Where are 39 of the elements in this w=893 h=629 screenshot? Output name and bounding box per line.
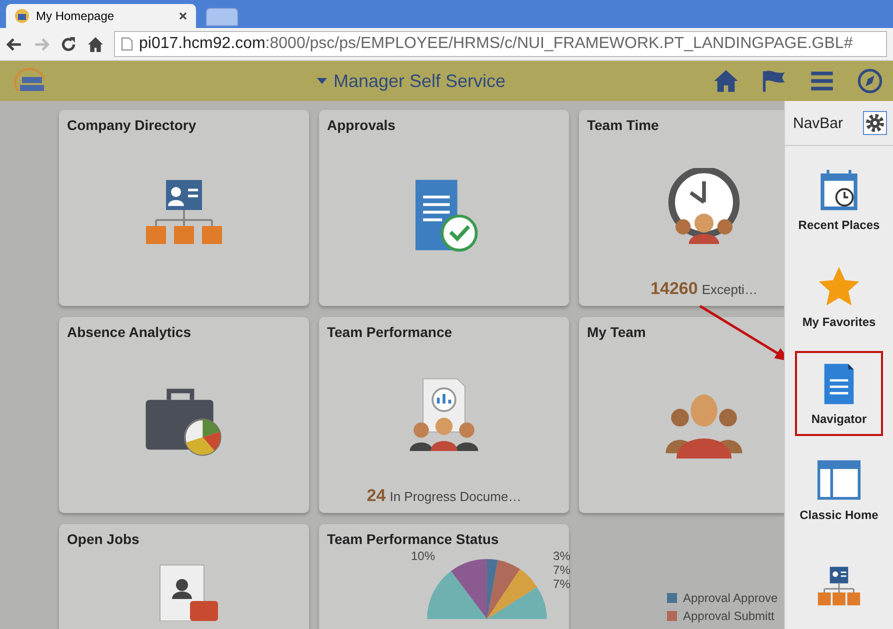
tile-title: My Team: [587, 324, 646, 340]
legend-label: Approval Submitt: [683, 609, 774, 623]
compass-icon[interactable]: [857, 68, 883, 94]
pie-label: 3%: [553, 549, 570, 563]
tile[interactable]: Approvals: [319, 110, 569, 306]
navbar-item[interactable]: Navigator: [795, 351, 883, 436]
tile[interactable]: Team Performance 24 In Progress Docume…: [319, 317, 569, 513]
home-icon[interactable]: [713, 68, 739, 94]
tile-title: Company Directory: [67, 117, 196, 133]
window-icon: [817, 458, 861, 502]
tile[interactable]: Absence Analytics: [59, 317, 309, 513]
home-icon[interactable]: [87, 36, 104, 52]
tile-title: Approvals: [327, 117, 396, 133]
reload-icon[interactable]: [60, 36, 77, 52]
tile-caption: In Progress Docume…: [390, 489, 522, 504]
tile-title: Team Performance: [327, 324, 452, 340]
settings-icon[interactable]: [863, 111, 887, 136]
tile-count: 14260: [650, 279, 698, 299]
close-icon[interactable]: [178, 11, 188, 21]
page-icon: [121, 37, 133, 51]
tile-title: Team Performance Status: [327, 531, 499, 547]
address-field[interactable]: pi017.hcm92.com:8000/psc/ps/EMPLOYEE/HRMS/c/NUI_FRAMEWORK.PT_LANDINGPAGE.GBL#: [114, 31, 887, 57]
tile-title: Open Jobs: [67, 531, 140, 547]
browser-tab[interactable]: My Homepage: [6, 4, 196, 28]
tile[interactable]: Open Jobs: [59, 524, 309, 629]
pie-label: 7%: [553, 577, 570, 591]
legend-label: Approval Approve: [683, 591, 778, 605]
logo-icon: [14, 8, 30, 24]
tile-count: 24: [366, 486, 386, 506]
pie-label: 7%: [553, 563, 570, 577]
tile-caption: Excepti…: [702, 282, 758, 297]
flag-icon[interactable]: [761, 68, 787, 94]
tile-title: Team Time: [587, 117, 659, 133]
tile[interactable]: Company Directory: [59, 110, 309, 306]
back-icon[interactable]: [6, 36, 23, 52]
pie-label: 10%: [411, 549, 436, 563]
tile-title: Absence Analytics: [67, 324, 191, 340]
tab-title: My Homepage: [36, 9, 116, 23]
caret-icon: [317, 78, 328, 84]
